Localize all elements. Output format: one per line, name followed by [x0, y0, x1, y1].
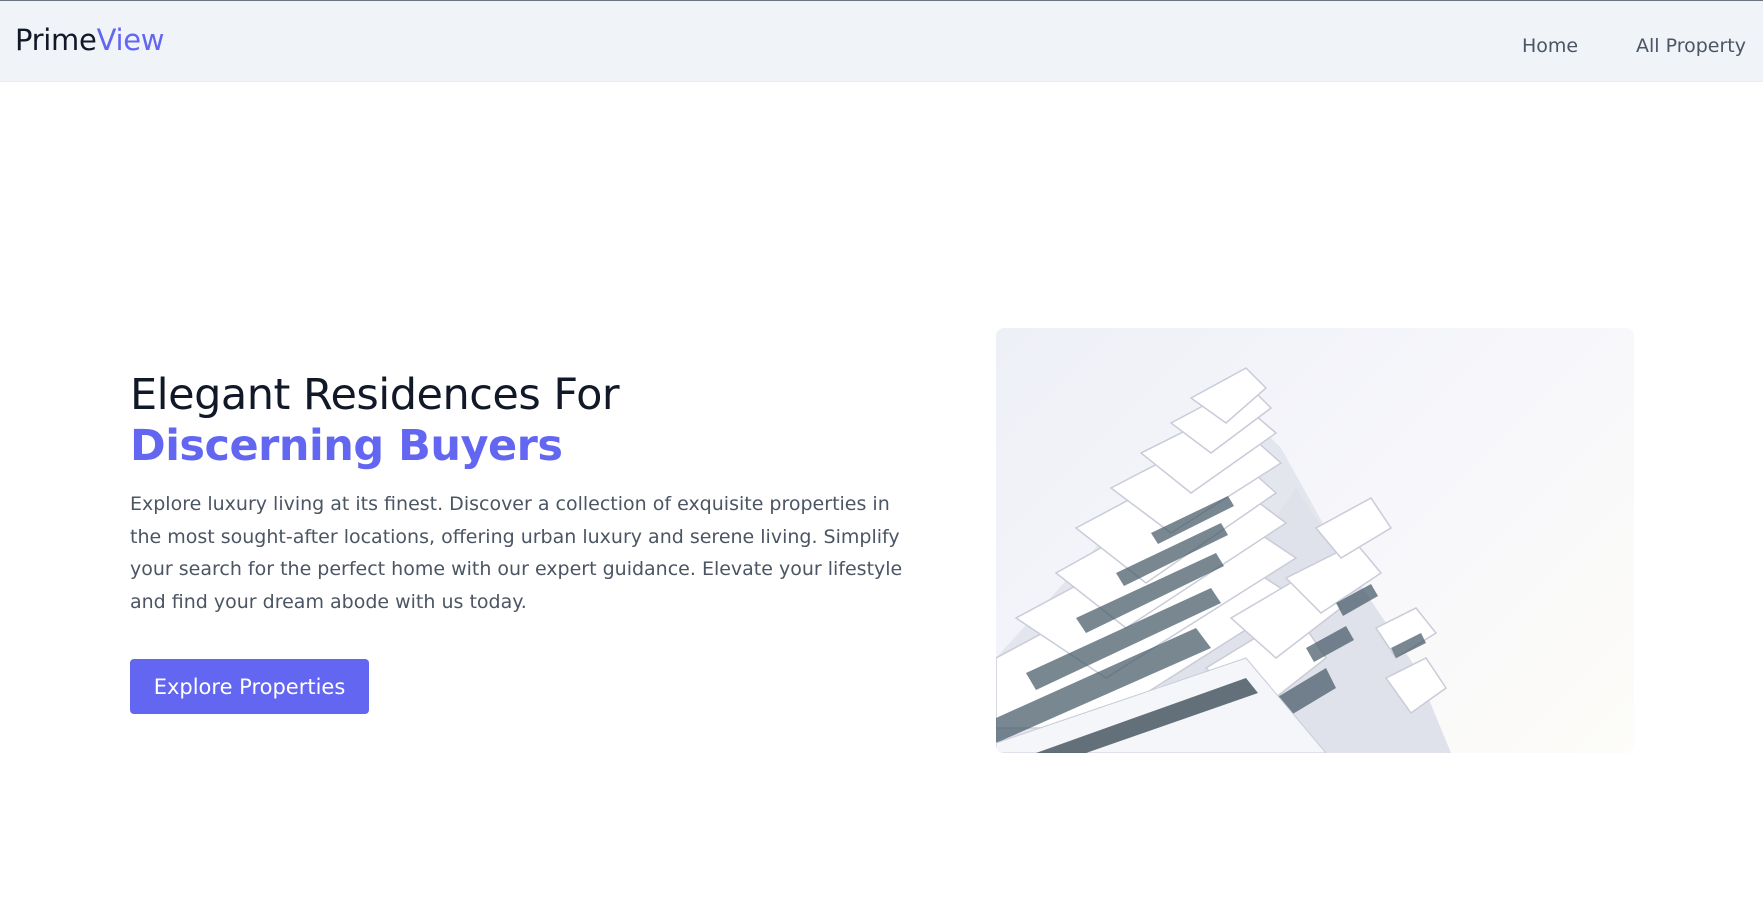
nav-link-home[interactable]: Home — [1522, 35, 1578, 57]
hero-building-image — [996, 328, 1634, 753]
hero-description: Explore luxury living at its finest. Dis… — [130, 493, 903, 613]
nav-link-all-property[interactable]: All Property — [1636, 35, 1746, 57]
main-nav: Home All Property — [0, 35, 1763, 65]
site-header: PrimeView Home All Property — [0, 1, 1763, 82]
hero-section: Elegant Residences For Discerning Buyers… — [130, 370, 930, 618]
hero-headline-line1: Elegant Residences For — [130, 370, 620, 420]
explore-properties-button[interactable]: Explore Properties — [130, 659, 369, 714]
hero-headline-line2: Discerning Buyers — [130, 421, 563, 471]
hero-headline: Elegant Residences For Discerning Buyers — [130, 370, 930, 472]
